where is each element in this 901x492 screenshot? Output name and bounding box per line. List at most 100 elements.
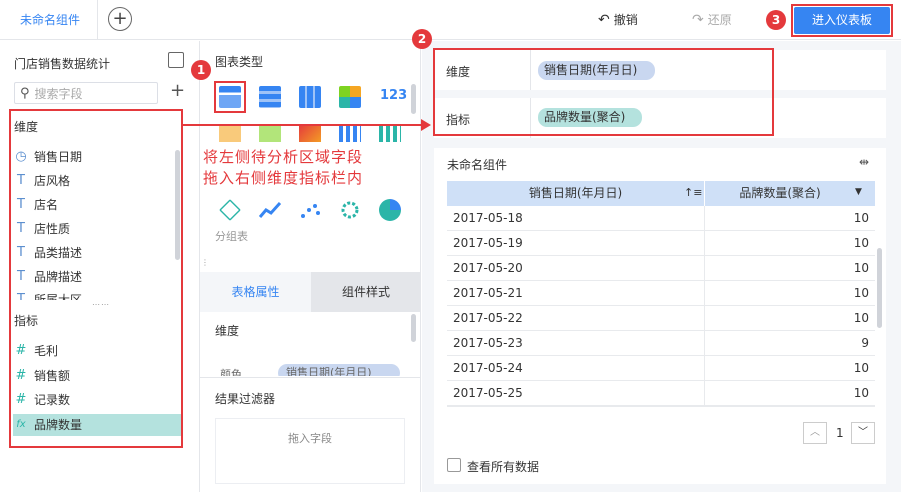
chart-types-header: 图表类型 bbox=[215, 55, 264, 69]
search-field[interactable]: ⚲ 搜索字段 bbox=[14, 82, 158, 104]
field-sales-date[interactable]: ◷ 销售日期 bbox=[14, 147, 82, 167]
dimension-header: 维度 bbox=[14, 120, 39, 134]
line-chart-icon[interactable] bbox=[258, 199, 282, 221]
step-badge-2: 2 bbox=[412, 29, 432, 49]
dimension-shelf[interactable] bbox=[434, 50, 886, 90]
bubble-icon[interactable] bbox=[339, 199, 361, 221]
field-sales-amount[interactable]: # 销售额 bbox=[14, 366, 70, 386]
text-icon: T bbox=[17, 197, 25, 212]
table-row: 2017-05-25 10 bbox=[447, 381, 875, 406]
cross-table-icon[interactable] bbox=[299, 86, 321, 108]
expand-icon[interactable]: ⇹ bbox=[859, 155, 869, 169]
annotation-line-1: 将左侧待分析区域字段 bbox=[203, 148, 364, 166]
table-row: 2017-05-20 10 bbox=[447, 256, 875, 281]
table-row: 2017-05-21 10 bbox=[447, 281, 875, 306]
detail-table-icon[interactable] bbox=[259, 86, 281, 108]
shelf-divider bbox=[530, 98, 531, 138]
column-header-brand-count[interactable]: 品牌数量(聚合) bbox=[705, 181, 855, 206]
chart-types-scrollbar[interactable] bbox=[411, 84, 416, 114]
view-all-label: 查看所有数据 bbox=[467, 460, 540, 474]
properties-scrollbar[interactable] bbox=[411, 314, 416, 342]
field-record-count[interactable]: # 记录数 bbox=[14, 390, 70, 410]
field-store-style[interactable]: T 店风格 bbox=[14, 171, 70, 191]
annotation-arrow-line bbox=[183, 124, 423, 126]
field-store-nature[interactable]: T 店性质 bbox=[14, 219, 70, 239]
scatter-icon[interactable] bbox=[299, 199, 321, 221]
divider bbox=[200, 377, 421, 378]
dimension-shelf-label: 维度 bbox=[446, 65, 471, 79]
add-tab-button[interactable]: + bbox=[108, 7, 132, 31]
table-row: 2017-05-22 10 bbox=[447, 306, 875, 331]
color-label: 颜色 bbox=[220, 368, 242, 376]
page-number: 1 bbox=[836, 426, 844, 440]
table-row: 2017-05-19 10 bbox=[447, 231, 875, 256]
switch-dataset-icon[interactable] bbox=[168, 52, 184, 68]
measure-shelf-label: 指标 bbox=[446, 113, 471, 127]
step-badge-3: 3 bbox=[766, 10, 786, 30]
next-page-button[interactable]: ﹀ bbox=[851, 422, 875, 444]
hash-icon: # bbox=[15, 392, 27, 407]
fx-icon: fx bbox=[16, 419, 26, 430]
pie-chart-icon[interactable] bbox=[379, 199, 401, 221]
annotation-arrow-head bbox=[421, 119, 431, 131]
tab-table-properties[interactable]: 表格属性 bbox=[200, 272, 311, 312]
table-header: 销售日期(年月日) ↑≡ 品牌数量(聚合) ▼ bbox=[447, 181, 875, 206]
color-chip[interactable]: 销售日期(年月日) bbox=[278, 364, 400, 376]
tab-component[interactable]: 未命名组件 bbox=[0, 0, 98, 40]
text-icon: T bbox=[17, 292, 25, 300]
dataset-title: 门店销售数据统计 bbox=[14, 57, 111, 71]
field-brand-desc[interactable]: T 品牌描述 bbox=[14, 267, 82, 287]
table-scrollbar[interactable] bbox=[877, 248, 882, 328]
chart-type-group-label: 分组表 bbox=[215, 230, 248, 243]
splitter-handle[interactable]: ⋯⋯ bbox=[92, 300, 110, 309]
properties-dimension-label: 维度 bbox=[215, 324, 240, 338]
measure-chip-brand-count[interactable]: 品牌数量(聚合) bbox=[538, 108, 642, 127]
field-brand-count[interactable]: fx 品牌数量 bbox=[14, 415, 82, 435]
table-row: 2017-05-18 10 bbox=[447, 206, 875, 231]
chevron-down-icon: ﹀ bbox=[858, 427, 868, 438]
field-gross-profit[interactable]: # 毛利 bbox=[14, 341, 58, 361]
undo-icon: ↶ bbox=[598, 12, 610, 28]
chevron-down-icon[interactable]: ▼ bbox=[855, 187, 862, 197]
filter-drop-zone[interactable]: 拖入字段 bbox=[215, 418, 405, 484]
text-icon: T bbox=[17, 221, 25, 236]
splitter-handle-mid[interactable]: ⋮ bbox=[201, 258, 209, 267]
color-row-clip: 颜色 销售日期(年月日) bbox=[210, 356, 400, 376]
hash-icon: # bbox=[15, 368, 27, 383]
preview-title: 未命名组件 bbox=[447, 158, 508, 172]
color-table-icon[interactable] bbox=[339, 86, 361, 108]
hash-icon: # bbox=[15, 343, 27, 358]
redo-button[interactable]: ↷ 还原 bbox=[692, 11, 732, 29]
grouped-table-icon[interactable] bbox=[219, 86, 241, 108]
table-row: 2017-05-23 9 bbox=[447, 331, 875, 356]
text-icon: T bbox=[17, 269, 25, 284]
tab-component-style[interactable]: 组件样式 bbox=[311, 272, 421, 312]
undo-button[interactable]: ↶ 撤销 bbox=[598, 11, 638, 29]
measure-shelf[interactable] bbox=[434, 98, 886, 138]
search-icon: ⚲ bbox=[20, 85, 30, 101]
plus-icon: + bbox=[112, 8, 128, 29]
table-bottom bbox=[447, 406, 875, 409]
measure-header: 指标 bbox=[14, 314, 39, 328]
dimension-list-clip: T 所属大区 bbox=[0, 288, 180, 300]
text-icon: T bbox=[17, 245, 25, 260]
chevron-up-icon: ︿ bbox=[810, 427, 820, 438]
dimension-chip-sales-date[interactable]: 销售日期(年月日) bbox=[538, 61, 655, 80]
enter-dashboard-button[interactable]: 进入仪表板 bbox=[794, 7, 890, 34]
field-region[interactable]: T 所属大区 bbox=[14, 290, 82, 300]
table-row: 2017-05-24 10 bbox=[447, 356, 875, 381]
kpi-number-icon[interactable]: 123 bbox=[380, 88, 407, 103]
annotation-line-2: 拖入右侧维度指标栏内 bbox=[203, 169, 364, 187]
shelf-divider bbox=[530, 50, 531, 90]
field-store-name[interactable]: T 店名 bbox=[14, 195, 58, 215]
redo-icon: ↷ bbox=[692, 12, 704, 28]
column-header-sales-date[interactable]: 销售日期(年月日) bbox=[447, 181, 704, 206]
sort-icon[interactable]: ↑≡ bbox=[684, 186, 702, 199]
add-field-icon[interactable]: + bbox=[170, 80, 185, 101]
view-all-checkbox[interactable] bbox=[447, 458, 461, 472]
clock-icon: ◷ bbox=[15, 149, 27, 164]
dimension-scrollbar[interactable] bbox=[175, 150, 180, 260]
field-category-desc[interactable]: T 品类描述 bbox=[14, 243, 82, 263]
prev-page-button[interactable]: ︿ bbox=[803, 422, 827, 444]
filter-header: 结果过滤器 bbox=[215, 392, 276, 406]
